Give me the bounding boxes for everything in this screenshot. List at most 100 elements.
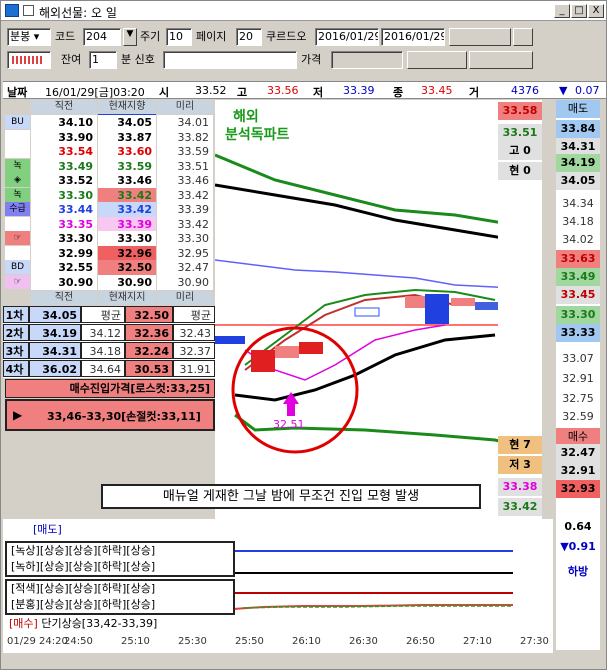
orderbook-cell-c: 33.82	[157, 129, 213, 145]
price-scale: 매도 매수 0.64 ▼0.91 하방 33.84 34.31 34.19 34.05…	[556, 100, 600, 650]
minimize-button[interactable]: _	[554, 4, 570, 18]
orderbook-cell-a: 33.35	[31, 216, 97, 232]
low-value: 33.39	[343, 84, 375, 97]
level-cell-label: 3차	[3, 342, 29, 359]
signal-column: 33.58 33.51 고 0 현 0 현 7 저 3 33.38 33.42	[498, 100, 542, 520]
mode-value: 분봉	[10, 30, 31, 43]
period-input[interactable]: 10	[166, 28, 192, 46]
orderbook-tag	[5, 245, 30, 260]
buy-signal: [매수] 단기상승[33,42-33,39]	[9, 615, 157, 631]
price-scale-label: 32.93	[556, 480, 600, 498]
price-p2: 33.42	[498, 498, 542, 516]
signal-second: 33.51	[498, 124, 542, 142]
cur2-count: 현 7	[498, 436, 542, 454]
orderbook-cell-a: 33.44	[31, 202, 97, 217]
orderbook-cell-c: 34.01	[157, 115, 213, 130]
remain-input[interactable]: 1	[89, 51, 117, 69]
remain-label: 잔여	[61, 53, 82, 66]
time-tick: 26:30	[349, 636, 378, 647]
orderbook-tag: 녹	[5, 158, 30, 173]
orderbook-cell-b: 33.46	[98, 173, 156, 188]
level-cell-label: 2차	[3, 324, 29, 341]
watermark-line-1: 해외	[233, 109, 259, 125]
title-bar: 해외선물: 오 일 _ □ X	[1, 1, 606, 21]
price-scale-label: 34.05	[556, 172, 600, 190]
price-scale-label: 33.30	[556, 306, 600, 324]
close-label: 종	[393, 86, 404, 99]
green-signal-box: [녹상][상승][상승][하락][상승] [녹하][상승][상승][하락][상승…	[5, 541, 235, 577]
high-label: 고	[237, 86, 248, 99]
indicator-3: 하방	[556, 563, 600, 581]
cur2-count-label: 현	[509, 438, 520, 451]
level-cell-avg2: 평균	[173, 306, 215, 323]
level-cell-label: 4차	[3, 360, 29, 377]
price-button-1[interactable]	[407, 51, 467, 69]
price-p1: 33.38	[498, 478, 542, 496]
date-label: 날짜	[7, 86, 28, 99]
time-axis: 01/29 24:20 24:50 25:10 25:30 25:50 26:10 26:3…	[3, 633, 553, 653]
date-to-input[interactable]: 2016/01/29	[381, 28, 445, 46]
orderbook-cell-b: 34.05	[98, 115, 156, 130]
orderbook-cell-c: 33.39	[157, 202, 213, 217]
time-tick: 26:10	[292, 636, 321, 647]
price-chart[interactable]: 해외 분석독파트 32.51	[214, 100, 516, 520]
code-label: 코드	[55, 30, 76, 43]
watermark-line-2: 분석독파트	[225, 127, 290, 143]
mode-select[interactable]: 분봉 ▾	[7, 28, 51, 46]
orderbook-tag: BD	[5, 260, 30, 274]
date-from-input[interactable]: 2016/01/29	[315, 28, 379, 46]
price-input[interactable]	[331, 51, 403, 69]
page-input[interactable]: 20	[236, 28, 262, 46]
orderbook-col-header: 미리	[157, 100, 213, 114]
orderbook-cell-a: 32.99	[31, 245, 97, 261]
toolbar-button-1[interactable]	[449, 28, 511, 46]
orderbook-cell-a: 33.30	[31, 231, 97, 246]
levels-table: 1차 34.05 평균 32.50 평균 2차 34.19 34.12 32.36 32.43 3차…	[3, 306, 215, 378]
cur-count: 현 0	[498, 162, 542, 180]
orderbook-cell-c: 33.46	[157, 173, 213, 188]
orderbook-cell-a: 34.10	[31, 115, 97, 130]
orderbook-cell-b: 33.30	[98, 231, 156, 246]
orderbook-cell-b: 32.96	[98, 245, 156, 261]
page-label: 페이지	[196, 30, 227, 43]
price-scale-label: 32.59	[556, 408, 600, 426]
orderbook-tag: ◈	[5, 173, 30, 187]
orderbook-cell-a: 33.90	[31, 129, 97, 145]
close-button[interactable]: X	[588, 4, 604, 18]
signal-input[interactable]	[163, 51, 297, 69]
volume-value: 4376	[511, 84, 539, 97]
maximize-button[interactable]: □	[571, 4, 587, 18]
price-button-2[interactable]	[469, 51, 533, 69]
price-label: 가격	[301, 53, 322, 66]
arrow-right-icon: ▶	[13, 408, 23, 422]
buy-section-label: [매수]	[9, 617, 38, 630]
toolbar-button-2[interactable]	[513, 28, 533, 46]
level-cell-b: 32.36	[125, 324, 173, 341]
orderbook-tag	[5, 129, 30, 144]
quote-header: 날짜 16/01/29[금]03:20 시 33.52 고 33.56 저 33…	[3, 81, 606, 99]
chevron-down-icon[interactable]: ▼	[123, 28, 137, 46]
orderbook-tag	[5, 144, 30, 158]
signal-top: 33.58	[498, 102, 542, 120]
high-count: 고 0	[498, 142, 542, 160]
level-cell-label: 1차	[3, 306, 29, 323]
price-chart-svg	[214, 100, 516, 520]
level-cell-a: 34.19	[29, 324, 81, 341]
time-tick: 25:50	[235, 636, 264, 647]
level-cell-avg1: 평균	[81, 306, 125, 323]
orderbook-cell-b: 33.42	[98, 202, 156, 217]
cur-count-value: 0	[523, 164, 531, 177]
code-input[interactable]: 204	[83, 28, 121, 46]
pink-row: [분홍][상승][상승][하락][상승]	[11, 598, 156, 611]
period-label: 주기	[140, 30, 161, 43]
orderbook-cell-b: 33.39	[98, 216, 156, 232]
close-value: 33.45	[421, 84, 453, 97]
price-scale-label: 34.18	[556, 213, 600, 231]
orderbook-cell-b: 33.59	[98, 158, 156, 174]
orderbook-cell-a: 30.90	[31, 274, 97, 290]
orderbook-cell-a: 32.55	[31, 260, 97, 275]
change-value: 0.07	[575, 84, 600, 97]
entry-range-box: ▶ 33,46-33,30[손절컷:33,11]	[5, 399, 215, 431]
level-cell-avg2: 31.91	[173, 360, 215, 377]
level-cell-b: 32.24	[125, 342, 173, 359]
